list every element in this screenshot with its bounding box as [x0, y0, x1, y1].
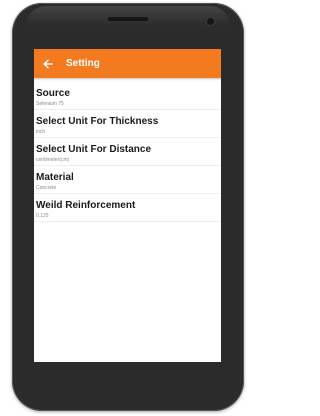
setting-value: centimeter(cm) [36, 157, 70, 163]
setting-label: Select Unit For Distance [36, 144, 152, 155]
earpiece-speaker [108, 17, 148, 21]
setting-thickness-unit[interactable]: Select Unit For Thickness inch [34, 110, 221, 138]
phone-top-bezel [26, 6, 230, 26]
setting-value: Concrete [36, 185, 57, 191]
arrow-left-icon [43, 58, 53, 69]
app-screen: Setting Source Selenium 75 Select Unit F… [34, 49, 221, 362]
setting-value: Selenium 75 [36, 101, 64, 107]
setting-material[interactable]: Material Concrete [34, 166, 221, 194]
setting-label: Select Unit For Thickness [36, 116, 159, 127]
setting-label: Source [36, 88, 70, 99]
setting-label: Material [36, 172, 74, 183]
setting-weild-reinforcement[interactable]: Weild Reinforcement 0.125 [34, 194, 221, 222]
settings-list: Source Selenium 75 Select Unit For Thick… [34, 78, 221, 222]
app-bar: Setting [34, 49, 221, 78]
front-camera [207, 18, 214, 25]
setting-value: 0.125 [36, 213, 49, 219]
setting-source[interactable]: Source Selenium 75 [34, 82, 221, 110]
page-title: Setting [66, 58, 100, 69]
back-button[interactable] [36, 49, 60, 78]
setting-value: inch [36, 129, 46, 135]
setting-distance-unit[interactable]: Select Unit For Distance centimeter(cm) [34, 138, 221, 166]
setting-label: Weild Reinforcement [36, 200, 136, 211]
